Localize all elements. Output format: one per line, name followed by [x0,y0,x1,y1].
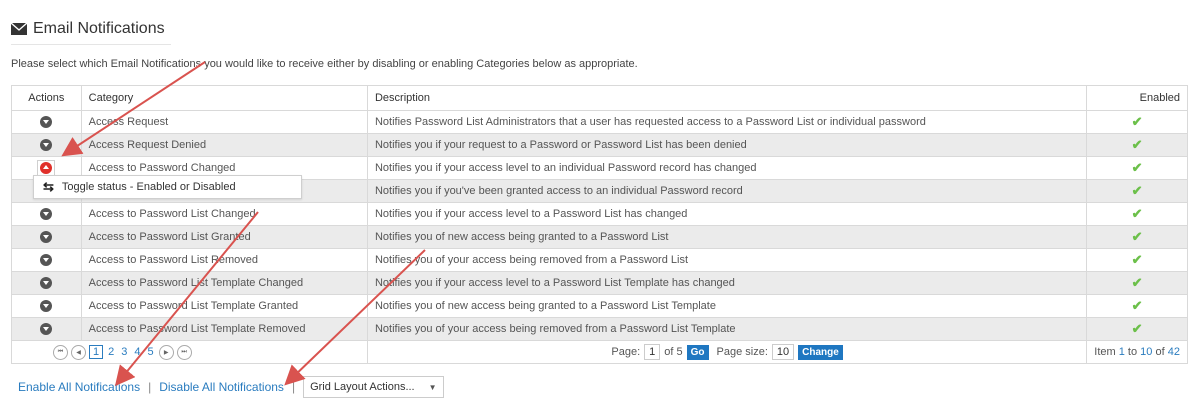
row-description: Notifies you of your access being remove… [366,317,1088,341]
footer-separator: | [291,380,296,394]
grid-header-row: Actions Category Description Enabled [11,85,1188,111]
go-button[interactable]: Go [686,344,709,360]
table-row: Access Request Denied Notifies you if yo… [11,133,1188,157]
next-page-icon[interactable]: ▶ [158,344,174,360]
col-header-actions[interactable]: Actions [11,85,82,111]
check-icon: ✔ [1131,137,1143,152]
check-icon: ✔ [1131,252,1143,267]
row-description: Notifies you if your access level to a P… [366,271,1088,295]
page-title-text: Email Notifications [33,20,165,37]
row-category: Access Request Denied [80,133,368,157]
page-link-current[interactable]: 1 [89,345,104,359]
row-actions-button[interactable] [40,323,53,336]
page-link[interactable]: 2 [106,346,116,358]
row-actions-active [37,159,56,177]
page-input[interactable]: 1 [644,344,661,360]
page-size-input[interactable]: 10 [771,344,795,360]
grid-layout-actions-select[interactable]: Grid Layout Actions... ▼ [303,376,444,398]
row-actions-button-open[interactable] [40,162,53,175]
enable-all-link[interactable]: Enable All Notifications [18,380,140,394]
disable-all-link[interactable]: Disable All Notifications [159,380,284,394]
page-size-label: Page size: [716,346,768,358]
check-icon: ✔ [1131,206,1143,221]
row-description: Notifies you if your request to a Passwo… [366,133,1088,157]
table-row: Access Request Notifies Password List Ad… [11,110,1188,134]
check-icon: ✔ [1131,275,1143,290]
row-actions-button[interactable] [40,254,53,267]
check-icon: ✔ [1131,321,1143,336]
row-category: Access to Password List Template Changed [80,271,368,295]
row-category: Access Request [80,110,368,134]
table-row: Access to Password List Granted Notifies… [11,225,1188,249]
check-icon: ✔ [1131,183,1143,198]
page-link[interactable]: 3 [119,346,129,358]
grid-layout-actions-value: Grid Layout Actions... [310,381,415,393]
table-row: Access to Password List Template Granted… [11,294,1188,318]
row-description: Notifies you of new access being granted… [366,294,1088,318]
notifications-grid: Actions Category Description Enabled Acc… [11,85,1188,364]
row-actions-button[interactable] [40,208,53,221]
table-row: Access to Password List Template Changed… [11,271,1188,295]
chevron-down-icon: ▼ [428,382,437,392]
item-count: Item 1 to 10 of 42 [1086,340,1188,364]
toggle-status-menu-item[interactable]: ⇆ Toggle status - Enabled or Disabled [33,175,302,199]
row-actions-button[interactable] [40,116,53,129]
row-actions-button[interactable] [40,231,53,244]
row-description: Notifies you if your access level to an … [366,156,1088,180]
row-description: Notifies you of new access being granted… [366,225,1088,249]
table-row: Access to Password List Removed Notifies… [11,248,1188,272]
check-icon: ✔ [1131,114,1143,129]
check-icon: ✔ [1131,298,1143,313]
title-divider [11,44,171,45]
prev-page-icon[interactable]: ◀ [71,344,86,360]
row-category: Access to Password List Changed [80,202,368,226]
footer-separator: | [148,380,152,394]
row-description: Notifies you if you've been granted acce… [366,179,1088,203]
page-link[interactable]: 5 [146,346,156,358]
col-header-category[interactable]: Category [80,85,368,111]
page-title: Email Notifications [11,20,165,38]
pager-controls: Page: 1 of 5 Go Page size: 10 Change [375,344,1079,360]
page-label: Page: [611,346,641,358]
check-icon: ✔ [1131,229,1143,244]
pager-nav: ⏮ ◀ 1 2 3 4 5 ▶ ⏭ [19,344,360,360]
col-header-enabled[interactable]: Enabled [1086,85,1188,111]
row-actions-button[interactable] [40,300,53,313]
pager-row: ⏮ ◀ 1 2 3 4 5 ▶ ⏭ Page: 1 of 5 Go Page s… [11,340,1188,364]
row-description: Notifies Password List Administrators th… [366,110,1088,134]
table-row: Access to Password List Changed Notifies… [11,202,1188,226]
footer-actions: Enable All Notifications | Disable All N… [18,376,444,398]
first-page-icon[interactable]: ⏮ [53,344,68,360]
table-row: Access to Password List Template Removed… [11,317,1188,341]
row-actions-button[interactable] [40,277,53,290]
row-category: Access to Password List Template Granted [80,294,368,318]
check-icon: ✔ [1131,160,1143,175]
intro-text: Please select which Email Notifications … [11,58,638,70]
change-button[interactable]: Change [798,344,843,360]
row-category: Access to Password List Removed [80,248,368,272]
page-of-label: of 5 [664,346,683,358]
toggle-icon: ⇆ [43,179,54,194]
page-link[interactable]: 4 [132,346,142,358]
toggle-status-label: Toggle status - Enabled or Disabled [61,181,236,193]
row-category: Access to Password List Granted [80,225,368,249]
col-header-description[interactable]: Description [366,85,1088,111]
envelope-icon [11,23,27,35]
row-description: Notifies you of your access being remove… [366,248,1088,272]
row-actions-button[interactable] [40,139,53,152]
row-category: Access to Password List Template Removed [80,317,368,341]
last-page-icon[interactable]: ⏭ [176,344,192,360]
row-description: Notifies you if your access level to a P… [366,202,1088,226]
